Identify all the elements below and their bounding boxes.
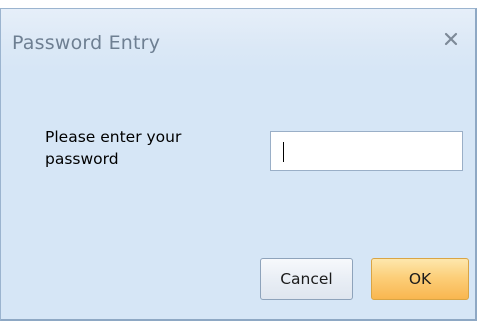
close-button[interactable]	[437, 25, 465, 53]
password-prompt-label: Please enter your password	[45, 128, 182, 168]
dialog-title: Password Entry	[12, 32, 161, 54]
ok-button[interactable]: OK	[371, 258, 469, 300]
text-caret	[283, 142, 284, 162]
password-input[interactable]	[270, 131, 463, 171]
close-icon	[444, 32, 458, 46]
title-bar: Password Entry	[1, 9, 475, 73]
password-entry-dialog: Password Entry Please enter your passwor…	[0, 0, 483, 323]
cancel-button[interactable]: Cancel	[260, 258, 353, 300]
